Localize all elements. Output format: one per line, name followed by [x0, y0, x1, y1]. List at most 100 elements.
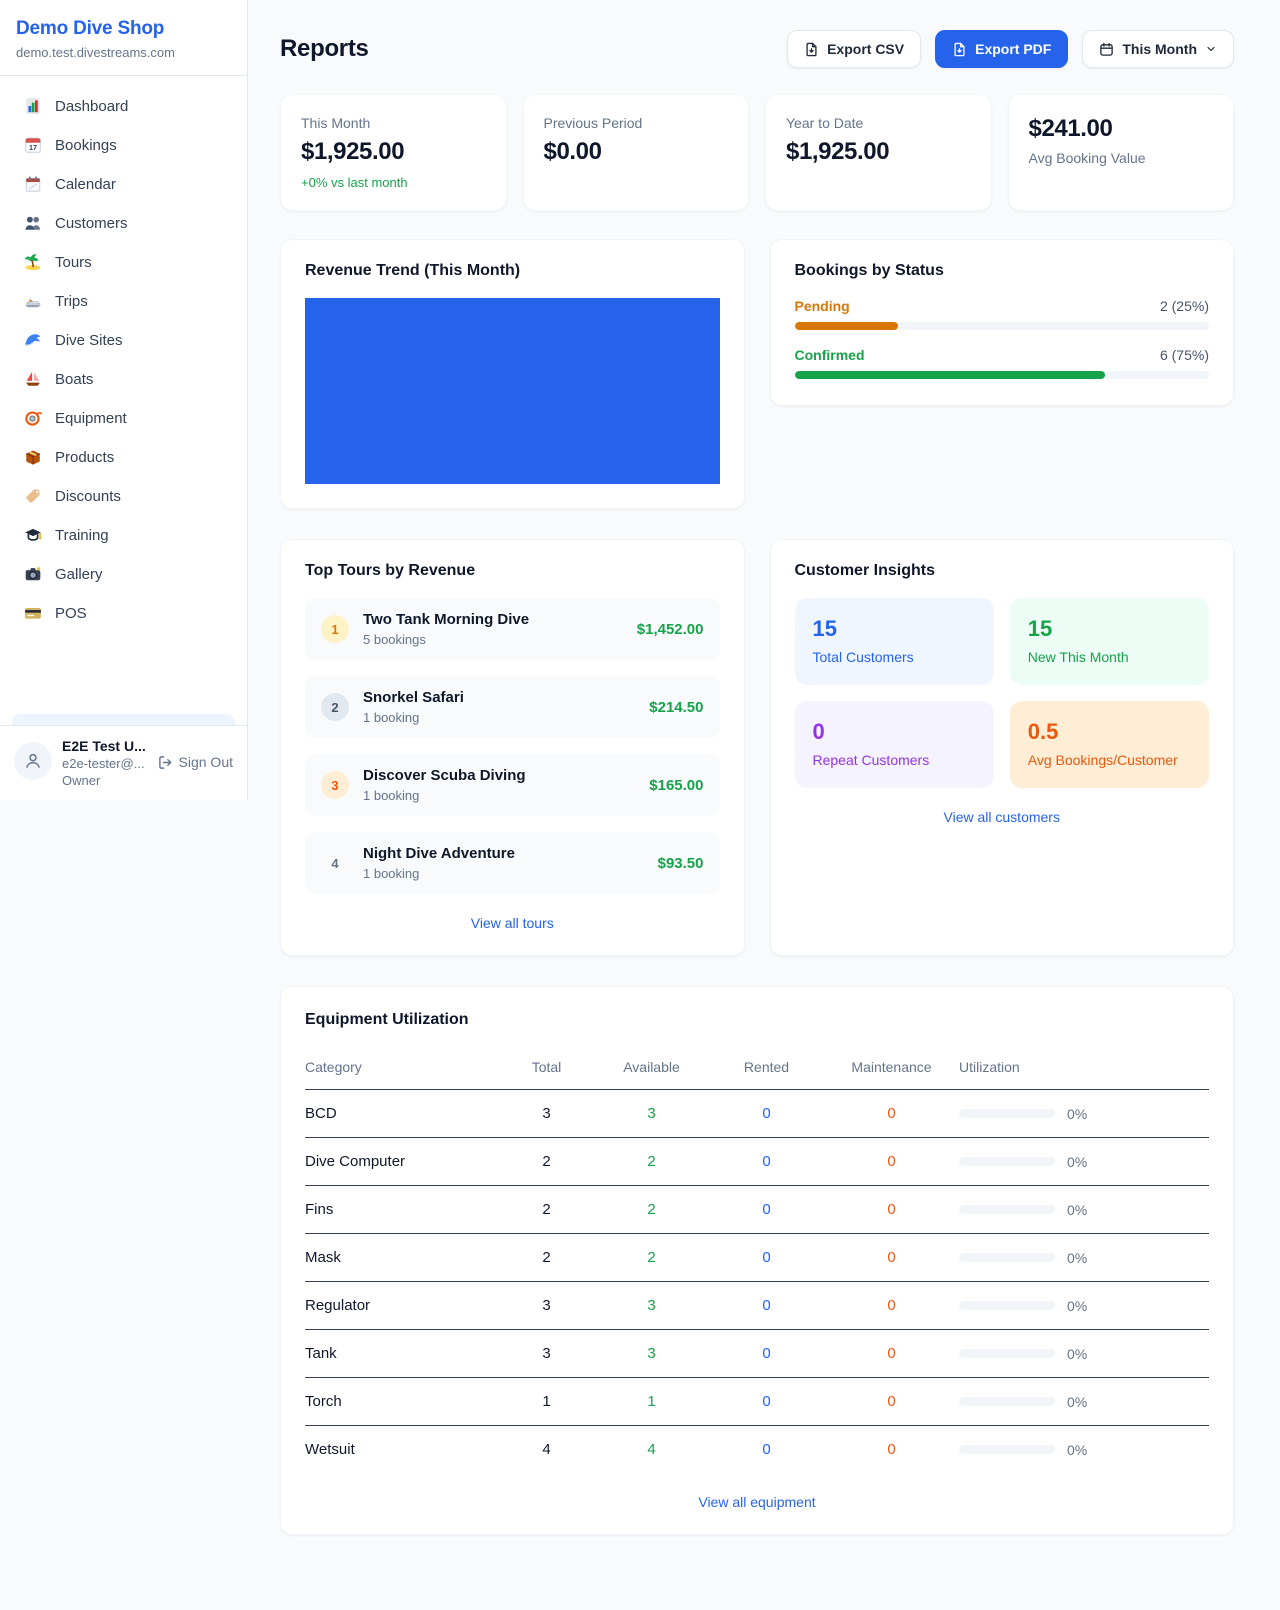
tour-bookings: 5 bookings: [363, 632, 529, 647]
view-all-equipment-link[interactable]: View all equipment: [305, 1494, 1209, 1510]
cell-available: 4: [594, 1426, 709, 1474]
cell-total: 2: [499, 1138, 594, 1186]
sidebar-item-discounts[interactable]: Discounts: [12, 478, 235, 514]
cell-category: Dive Computer: [305, 1138, 499, 1186]
sidebar-item-gallery[interactable]: Gallery: [12, 556, 235, 592]
customer-insights-card: Customer Insights 15 Total Customers 15 …: [770, 539, 1235, 956]
sidebar-item-equipment[interactable]: Equipment: [12, 400, 235, 436]
insight-value: 15: [1028, 616, 1191, 642]
table-row: Regulator 3 3 0 0 0%: [305, 1282, 1209, 1330]
tour-amount: $165.00: [639, 777, 703, 794]
top-tours-title: Top Tours by Revenue: [305, 562, 720, 580]
sidebar-header: Demo Dive Shop demo.test.divestreams.com: [0, 0, 247, 76]
sidebar-item-pos[interactable]: POS: [12, 595, 235, 631]
stat-card-avg-booking-value: $241.00 Avg Booking Value: [1008, 94, 1235, 211]
tour-bookings: 1 booking: [363, 866, 515, 881]
status-row-pending: Pending 2 (25%): [795, 298, 1210, 314]
tour-row[interactable]: 4 Night Dive Adventure 1 booking $93.50: [305, 832, 720, 894]
sidebar-item-label: Calendar: [55, 176, 116, 193]
package-icon: [24, 448, 42, 466]
insight-value: 0.5: [1028, 719, 1191, 745]
sidebar-item-dive-sites[interactable]: Dive Sites: [12, 322, 235, 358]
shop-domain: demo.test.divestreams.com: [16, 45, 231, 60]
sidebar-item-label: Discounts: [55, 488, 121, 505]
view-all-tours-link[interactable]: View all tours: [305, 915, 720, 931]
column-header-category: Category: [305, 1047, 499, 1090]
bookings-by-status-card: Bookings by Status Pending 2 (25%) Confi…: [770, 239, 1235, 406]
label-tag-icon: [24, 487, 42, 505]
chevron-down-icon: [1205, 43, 1217, 55]
shop-name[interactable]: Demo Dive Shop: [16, 18, 231, 40]
table-row: BCD 3 3 0 0 0%: [305, 1090, 1209, 1138]
tour-name: Two Tank Morning Dive: [363, 611, 529, 628]
stat-label-below: Avg Booking Value: [1029, 150, 1214, 166]
export-pdf-button[interactable]: Export PDF: [935, 30, 1068, 68]
credit-card-icon: [24, 604, 42, 622]
status-row-confirmed: Confirmed 6 (75%): [795, 347, 1210, 363]
sidebar-item-bookings[interactable]: 17 Bookings: [12, 127, 235, 163]
person-icon: [23, 751, 43, 771]
tour-row[interactable]: 1 Two Tank Morning Dive 5 bookings $1,45…: [305, 598, 720, 660]
sidebar-item-label: Trips: [55, 293, 88, 310]
sidebar-item-label: POS: [55, 605, 87, 622]
export-csv-label: Export CSV: [827, 41, 904, 57]
cell-category: Regulator: [305, 1282, 499, 1330]
utilization-label: 0%: [1067, 1298, 1087, 1314]
cell-rented: 0: [709, 1330, 824, 1378]
table-row: Mask 2 2 0 0 0%: [305, 1234, 1209, 1282]
status-count: 2 (25%): [1160, 298, 1209, 314]
stat-card-previous-period: Previous Period $0.00: [523, 94, 750, 211]
cell-total: 3: [499, 1282, 594, 1330]
sign-out-icon: [158, 755, 173, 770]
view-all-customers-link[interactable]: View all customers: [795, 809, 1210, 825]
page-title: Reports: [280, 35, 369, 63]
cell-maintenance: 0: [824, 1282, 959, 1330]
bookings-by-status-title: Bookings by Status: [795, 262, 1210, 280]
stat-label: Year to Date: [786, 115, 971, 131]
status-progress-fill: [795, 322, 899, 330]
cell-total: 3: [499, 1330, 594, 1378]
cell-available: 3: [594, 1330, 709, 1378]
cell-rented: 0: [709, 1378, 824, 1426]
table-row: Torch 1 1 0 0 0%: [305, 1378, 1209, 1426]
cell-rented: 0: [709, 1138, 824, 1186]
sidebar-item-customers[interactable]: Customers: [12, 205, 235, 241]
sailboat-icon: [24, 370, 42, 388]
cell-category: Mask: [305, 1234, 499, 1282]
cell-total: 4: [499, 1426, 594, 1474]
utilization-bar: [959, 1397, 1055, 1406]
export-pdf-label: Export PDF: [975, 41, 1051, 57]
tour-row[interactable]: 3 Discover Scuba Diving 1 booking $165.0…: [305, 754, 720, 816]
sidebar-item-products[interactable]: Products: [12, 439, 235, 475]
tour-amount: $214.50: [639, 699, 703, 716]
camera-icon: [24, 565, 42, 583]
tour-name: Discover Scuba Diving: [363, 767, 526, 784]
utilization-bar: [959, 1445, 1055, 1454]
speedboat-icon: [24, 292, 42, 310]
utilization-bar: [959, 1301, 1055, 1310]
equipment-table: Category Total Available Rented Maintena…: [305, 1047, 1209, 1473]
sidebar-item-reports-active-partial[interactable]: [12, 714, 235, 725]
tour-row[interactable]: 2 Snorkel Safari 1 booking $214.50: [305, 676, 720, 738]
period-dropdown[interactable]: This Month: [1082, 30, 1234, 68]
sidebar-item-label: Customers: [55, 215, 128, 232]
stat-label: Previous Period: [544, 115, 729, 131]
sidebar-item-calendar[interactable]: Calendar: [12, 166, 235, 202]
sign-out-button[interactable]: Sign Out: [158, 754, 233, 770]
cell-available: 2: [594, 1186, 709, 1234]
export-csv-button[interactable]: Export CSV: [787, 30, 921, 68]
cell-maintenance: 0: [824, 1138, 959, 1186]
period-label: This Month: [1122, 41, 1197, 57]
sidebar-item-tours[interactable]: Tours: [12, 244, 235, 280]
sidebar-item-boats[interactable]: Boats: [12, 361, 235, 397]
sidebar-item-training[interactable]: Training: [12, 517, 235, 553]
page-header: Reports Export CSV Export PDF This Month: [280, 30, 1234, 68]
column-header-utilization: Utilization: [959, 1047, 1209, 1090]
sidebar-item-trips[interactable]: Trips: [12, 283, 235, 319]
table-row: Dive Computer 2 2 0 0 0%: [305, 1138, 1209, 1186]
calendar-date-icon: 17: [24, 136, 42, 154]
utilization-label: 0%: [1067, 1202, 1087, 1218]
sidebar: Demo Dive Shop demo.test.divestreams.com…: [0, 0, 248, 800]
sidebar-item-label: Training: [55, 527, 109, 544]
sidebar-item-dashboard[interactable]: Dashboard: [12, 88, 235, 124]
